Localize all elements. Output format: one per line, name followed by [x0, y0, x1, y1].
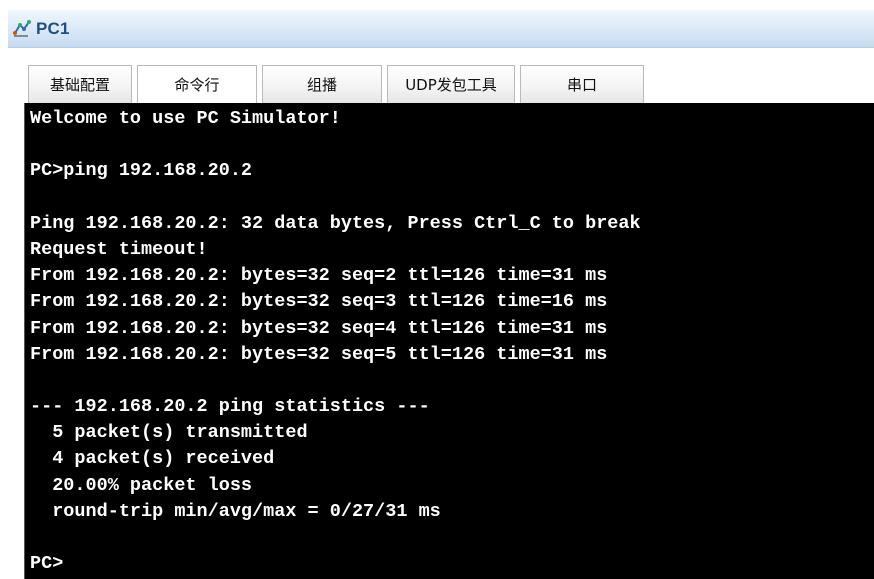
window-content: 基础配置 命令行 组播 UDP发包工具 串口 Welcome to use PC…	[8, 48, 874, 579]
network-pc-icon	[12, 19, 32, 39]
terminal-line: 5 packet(s) transmitted	[30, 422, 308, 444]
terminal-prompt-line: PC>	[30, 553, 64, 575]
terminal-line: Request timeout!	[30, 238, 208, 260]
title-bar: PC1	[8, 10, 874, 48]
terminal-line: 20.00% packet loss	[30, 474, 253, 496]
pc-simulator-window: PC1 基础配置 命令行 组播 UDP发包工具 串口 Welcome to us…	[0, 0, 874, 579]
terminal-line: --- 192.168.20.2 ping statistics ---	[30, 396, 430, 418]
tab-serial-port[interactable]: 串口	[520, 65, 644, 103]
tab-command-line[interactable]: 命令行	[137, 65, 257, 103]
command-terminal[interactable]: Welcome to use PC Simulator! PC>ping 192…	[24, 103, 874, 579]
terminal-line: 4 packet(s) received	[30, 448, 275, 470]
tab-bar: 基础配置 命令行 组播 UDP发包工具 串口	[28, 65, 649, 103]
tab-basic-config[interactable]: 基础配置	[28, 65, 132, 103]
tab-multicast[interactable]: 组播	[262, 65, 382, 103]
terminal-line: From 192.168.20.2: bytes=32 seq=2 ttl=12…	[30, 265, 608, 287]
terminal-line: From 192.168.20.2: bytes=32 seq=4 ttl=12…	[30, 317, 608, 339]
terminal-line: round-trip min/avg/max = 0/27/31 ms	[30, 500, 441, 522]
tab-udp-packet-tool[interactable]: UDP发包工具	[387, 65, 515, 103]
terminal-line: From 192.168.20.2: bytes=32 seq=5 ttl=12…	[30, 343, 608, 365]
terminal-line: Welcome to use PC Simulator!	[30, 108, 341, 129]
terminal-line: From 192.168.20.2: bytes=32 seq=3 ttl=12…	[30, 291, 608, 313]
terminal-output: Welcome to use PC Simulator! PC>ping 192…	[30, 106, 641, 577]
window-title: PC1	[36, 18, 70, 38]
terminal-line: Ping 192.168.20.2: 32 data bytes, Press …	[30, 212, 641, 234]
terminal-line: PC>ping 192.168.20.2	[30, 160, 253, 182]
